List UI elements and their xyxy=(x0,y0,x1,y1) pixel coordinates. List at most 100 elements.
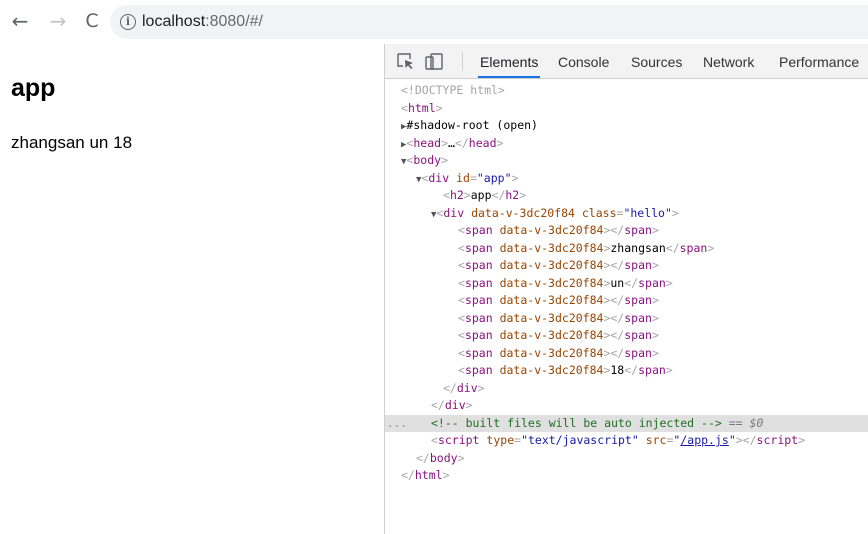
tag-name: span xyxy=(464,258,493,272)
attr-name: data-v-3dc20f84 xyxy=(499,223,604,237)
tree-node-shadow-root[interactable]: ▶#shadow-root (open) xyxy=(385,117,868,135)
tree-node-comment-selected[interactable]: ... <!-- built files will be auto injecte… xyxy=(385,414,868,433)
tree-node-head[interactable]: ▶<head>…</head> xyxy=(385,135,868,153)
url-host: localhost xyxy=(142,13,206,30)
tree-node-span[interactable]: <span data-v-3dc20f84></span> xyxy=(385,327,868,345)
tree-node-span[interactable]: <span data-v-3dc20f84>zhangsan</span> xyxy=(385,240,868,258)
attr-name: data-v-3dc20f84 xyxy=(499,258,604,272)
attr-name: type xyxy=(486,433,515,447)
attr-value: "hello" xyxy=(623,205,672,220)
tag-name: head xyxy=(413,135,442,150)
attr-name: data-v-3dc20f84 xyxy=(499,275,604,290)
tag-name: span xyxy=(464,240,493,255)
tree-node-doctype[interactable]: <!DOCTYPE html> xyxy=(385,82,868,100)
inspect-element-icon[interactable] xyxy=(397,53,415,70)
tree-node-h2[interactable]: <h2>app</h2> xyxy=(385,187,868,205)
info-icon[interactable]: i xyxy=(120,14,136,30)
selected-node-marker: == $0 xyxy=(728,415,764,430)
tree-node-span[interactable]: <span data-v-3dc20f84></span> xyxy=(385,257,868,275)
tree-node-body[interactable]: ▼<body> xyxy=(385,152,868,170)
tree-node-span[interactable]: <span data-v-3dc20f84>un</span> xyxy=(385,275,868,293)
forward-arrow-icon[interactable]: → xyxy=(46,8,70,34)
devtools-panel: Elements Console Sources Network Perform… xyxy=(384,44,868,534)
tag-name: div xyxy=(443,205,465,220)
tag-name: div xyxy=(444,398,466,412)
tree-node-div-close[interactable]: </div> xyxy=(385,380,868,398)
comment-text: <!-- built files will be auto injected -… xyxy=(431,415,722,430)
tree-node-html[interactable]: <html> xyxy=(385,100,868,118)
tag-name: head xyxy=(468,135,497,150)
tag-name: span xyxy=(464,363,493,377)
tree-node-div-close[interactable]: </div> xyxy=(385,397,868,415)
tab-network[interactable]: Network xyxy=(703,44,754,78)
tag-name: span xyxy=(638,363,666,377)
tree-node-html-close[interactable]: </html> xyxy=(385,467,868,485)
url-path: :8080/#/ xyxy=(205,13,263,30)
attr-value: "app" xyxy=(476,170,512,185)
reload-icon[interactable]: C xyxy=(80,8,104,34)
tree-node-script[interactable]: <script type="text/javascript" src="/app… xyxy=(385,432,868,450)
tag-name: h2 xyxy=(505,188,520,202)
attr-name: data-v-3dc20f84 xyxy=(499,363,604,377)
page-viewport: app zhangsan un 18 xyxy=(0,44,384,534)
address-bar[interactable]: i localhost:8080/#/ xyxy=(110,5,868,39)
device-toolbar-icon[interactable] xyxy=(425,53,443,70)
tag-name: span xyxy=(638,275,666,290)
attr-name: id xyxy=(456,170,470,185)
tree-node-div-app[interactable]: ▼<div id="app"> xyxy=(385,170,868,188)
tag-name: div xyxy=(456,380,478,395)
tag-name: span xyxy=(464,275,493,290)
tag-name: span xyxy=(464,223,493,237)
tree-node-span[interactable]: <span data-v-3dc20f84></span> xyxy=(385,292,868,310)
tag-name: span xyxy=(464,293,493,307)
tab-separator xyxy=(462,52,463,71)
page-text-item: zhangsan xyxy=(11,133,85,152)
tag-name: html xyxy=(414,468,443,482)
more-actions-icon[interactable]: ... xyxy=(387,415,407,433)
tab-console[interactable]: Console xyxy=(558,44,609,78)
tag-name: span xyxy=(624,223,652,237)
node-text: app xyxy=(470,188,492,202)
tab-sources[interactable]: Sources xyxy=(631,44,682,78)
node-text: un xyxy=(610,275,625,290)
node-text: 18 xyxy=(610,363,625,377)
tag-name: html xyxy=(407,100,436,115)
attr-name: src xyxy=(645,433,667,447)
browser-toolbar: ← → C i localhost:8080/#/ xyxy=(0,0,868,44)
tag-name: script xyxy=(756,433,799,447)
tag-name: h2 xyxy=(449,188,464,202)
tree-node-div-hello[interactable]: ▼<div data-v-3dc20f84 class="hello"> xyxy=(385,205,868,223)
page-text-item: un xyxy=(89,133,109,152)
devtools-tab-bar: Elements Console Sources Network Perform… xyxy=(385,44,868,79)
attr-name: data-v-3dc20f84 xyxy=(471,205,575,220)
tag-name: script xyxy=(437,433,480,447)
attr-name: data-v-3dc20f84 xyxy=(499,293,604,307)
tab-performance[interactable]: Performance xyxy=(779,44,859,78)
attr-name: class xyxy=(581,205,617,220)
tag-name: body xyxy=(429,450,458,465)
tree-node-span[interactable]: <span data-v-3dc20f84></span> xyxy=(385,345,868,363)
tree-node-span[interactable]: <span data-v-3dc20f84></span> xyxy=(385,222,868,240)
tag-name: body xyxy=(413,153,442,167)
script-src-link[interactable]: /app.js xyxy=(680,433,728,447)
attr-name: data-v-3dc20f84 xyxy=(499,240,604,255)
page-text-line: zhangsan un 18 xyxy=(11,133,132,153)
tag-name: span xyxy=(624,310,652,325)
tree-node-span[interactable]: <span data-v-3dc20f84></span> xyxy=(385,310,868,328)
back-arrow-icon[interactable]: ← xyxy=(8,8,32,34)
collapsed-ellipsis: … xyxy=(448,135,455,150)
attr-name: data-v-3dc20f84 xyxy=(499,328,604,342)
attr-name: data-v-3dc20f84 xyxy=(499,310,604,325)
attr-value: "text/javascript" xyxy=(521,433,639,447)
tag-name: span xyxy=(679,240,708,255)
elements-tree: <!DOCTYPE html> <html> ▶#shadow-root (op… xyxy=(385,82,868,534)
tag-name: span xyxy=(464,328,493,342)
url-text[interactable]: localhost:8080/#/ xyxy=(142,11,263,33)
shadow-root-label: #shadow-root (open) xyxy=(406,118,538,132)
tree-node-span[interactable]: <span data-v-3dc20f84>18</span> xyxy=(385,362,868,380)
tab-elements[interactable]: Elements xyxy=(478,44,541,78)
node-text: zhangsan xyxy=(610,240,666,255)
tag-name: span xyxy=(464,310,493,325)
tree-node-body-close[interactable]: </body> xyxy=(385,450,868,468)
tag-name: span xyxy=(624,328,652,342)
